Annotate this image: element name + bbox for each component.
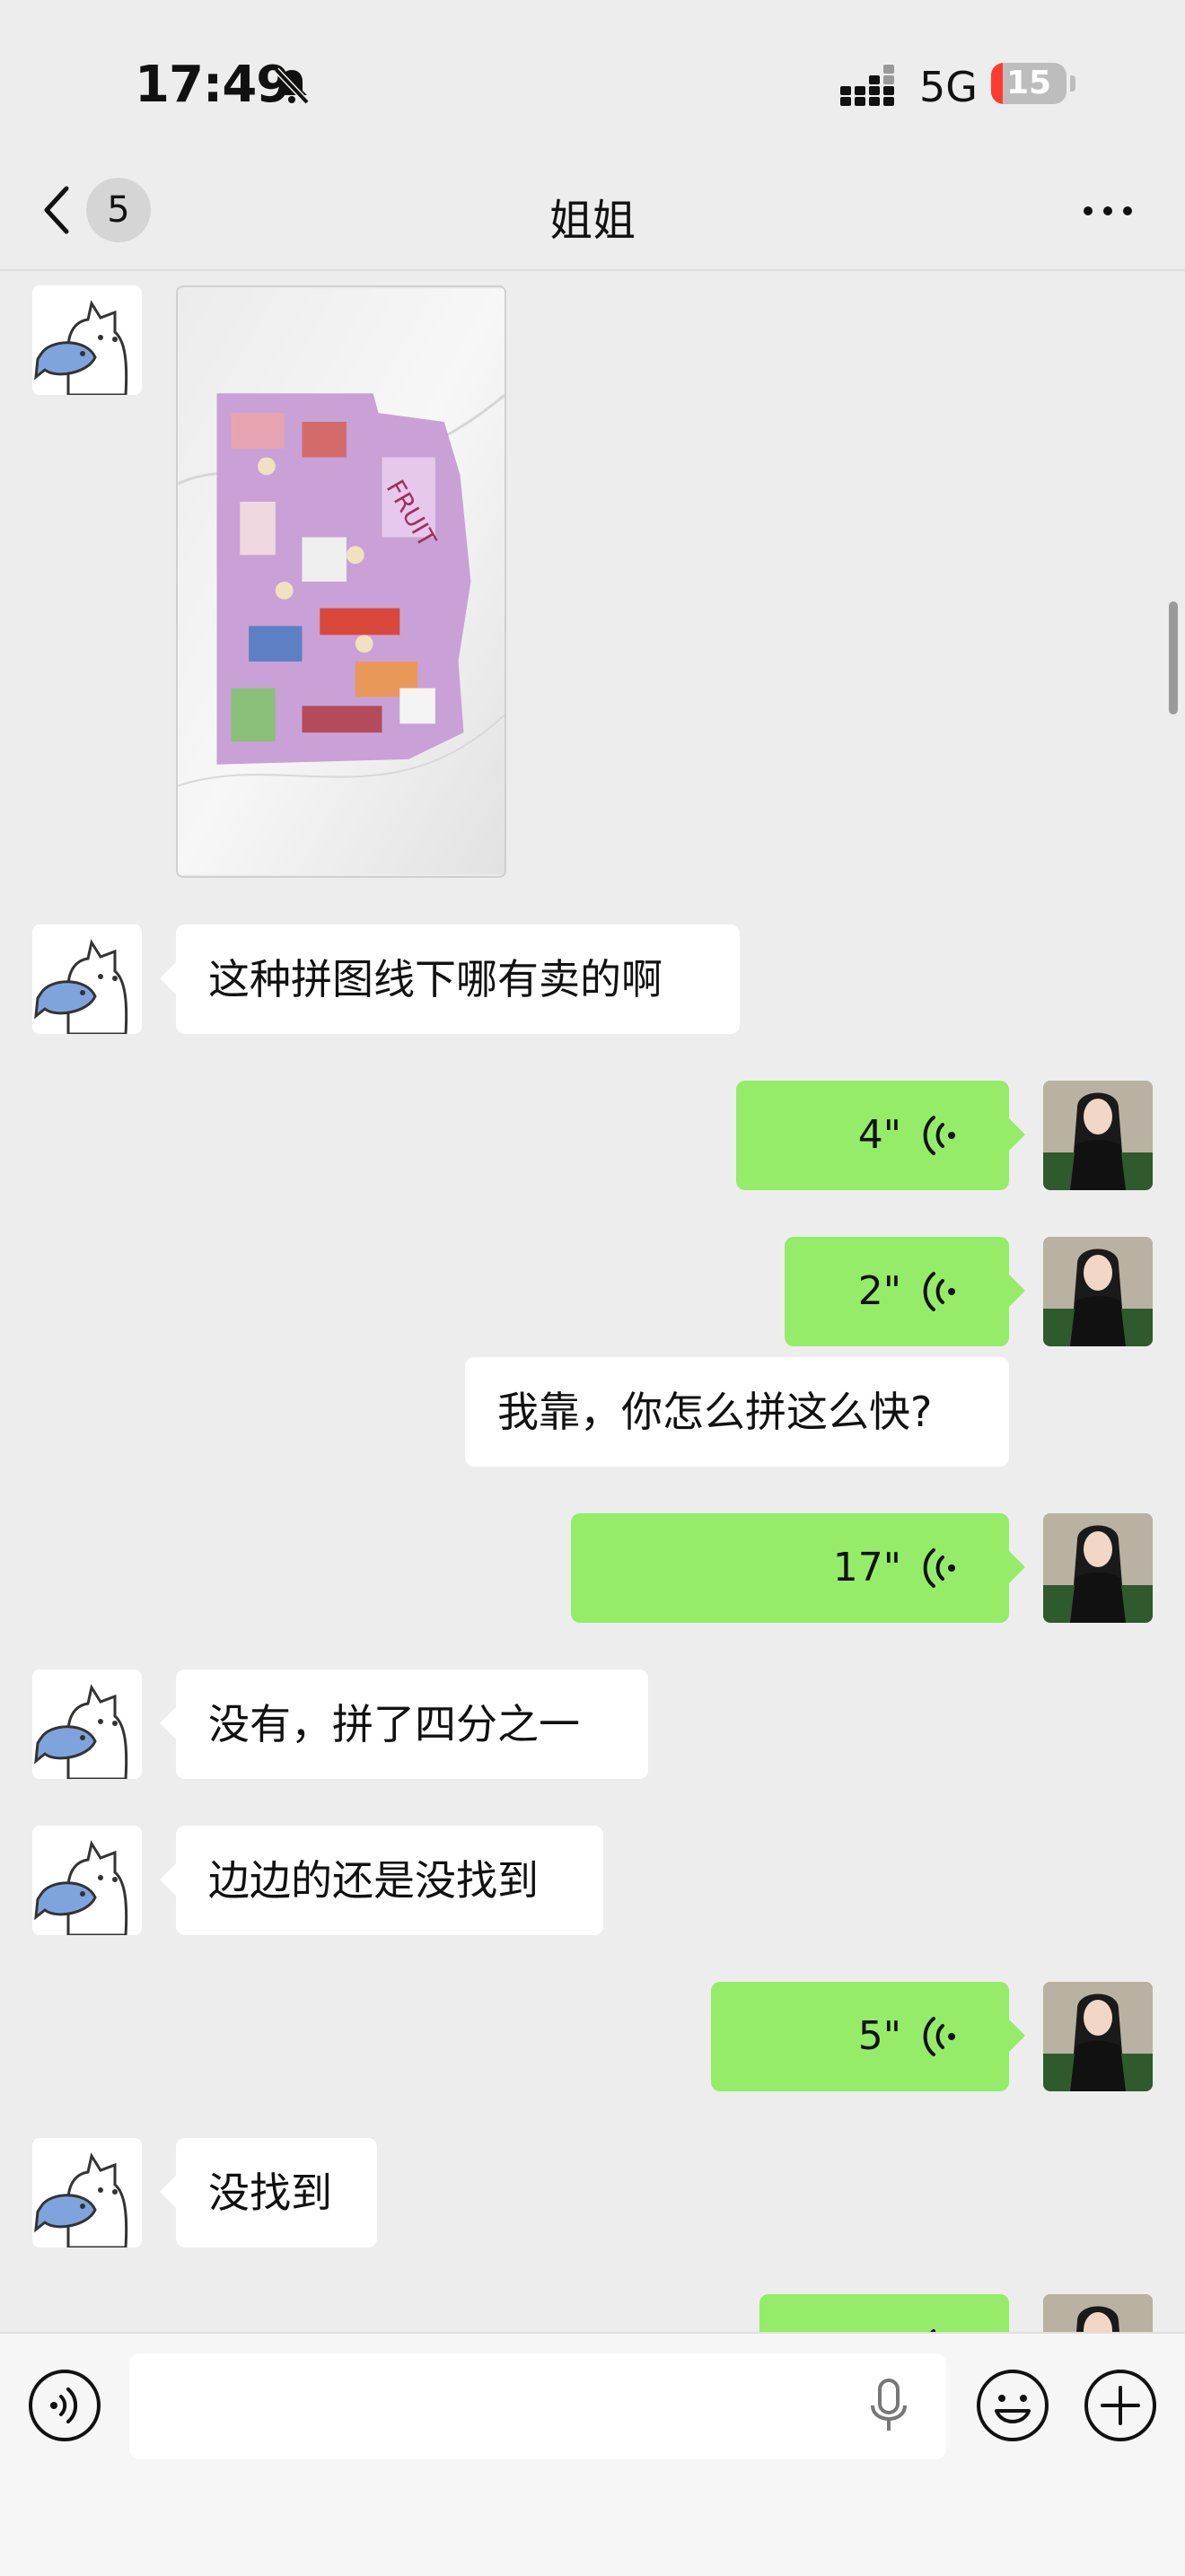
voice-wave-icon	[923, 1272, 955, 1311]
voice-wave-icon	[923, 1116, 955, 1155]
message-text: 这种拼图线下哪有卖的啊	[208, 955, 663, 1003]
contact-avatar[interactable]	[32, 1669, 142, 1779]
message-text: 没有，拼了四分之一	[208, 1700, 580, 1748]
cellular-signal-icon	[840, 65, 894, 106]
bell-slash-icon	[274, 67, 310, 105]
status-time: 17:49	[135, 56, 291, 114]
outgoing-message-bubble[interactable]: 我靠，你怎么拼这么快?	[465, 1357, 1009, 1467]
plus-icon[interactable]	[1083, 2368, 1158, 2443]
outgoing-voice-message[interactable]: 17"	[571, 1513, 1025, 1623]
person-avatar-image	[1043, 1237, 1153, 1346]
battery-tip	[1070, 75, 1075, 92]
emoji-icon[interactable]	[975, 2368, 1050, 2443]
more-dots-icon[interactable]	[1081, 197, 1135, 224]
puzzle-image: FRUIT	[178, 288, 505, 875]
microphone-icon[interactable]	[853, 2370, 925, 2441]
incoming-message-bubble[interactable]: 没找到	[160, 2138, 377, 2247]
my-avatar[interactable]	[1043, 1237, 1153, 1346]
contact-avatar[interactable]	[32, 2138, 142, 2247]
cat-avatar-image	[34, 1684, 128, 1779]
battery-indicator: 15	[991, 63, 1066, 104]
contact-avatar[interactable]	[32, 285, 142, 395]
voice-wave-icon	[923, 2017, 955, 2056]
my-avatar[interactable]	[1043, 1513, 1153, 1623]
voice-duration: 17"	[832, 1545, 901, 1590]
incoming-message-bubble[interactable]: 这种拼图线下哪有卖的啊	[160, 924, 740, 1034]
cat-avatar-image	[34, 300, 128, 395]
message-text: 边边的还是没找到	[208, 1856, 539, 1905]
outgoing-voice-message[interactable]: 5"	[711, 1982, 1025, 2091]
person-avatar-image	[1043, 1081, 1153, 1190]
contact-avatar[interactable]	[32, 1826, 142, 1935]
message-input[interactable]	[129, 2353, 946, 2459]
person-avatar-image	[1043, 1982, 1153, 2091]
message-text: 没找到	[208, 2169, 332, 2217]
my-avatar[interactable]	[1043, 2294, 1153, 2332]
my-avatar[interactable]	[1043, 1081, 1153, 1190]
chat-title: 姐姐	[549, 196, 636, 246]
network-type: 5G	[919, 63, 978, 111]
incoming-message-bubble[interactable]: 边边的还是没找到	[160, 1826, 603, 1935]
status-bar: 17:49 5G 15	[0, 0, 1185, 162]
cat-avatar-image	[34, 2152, 128, 2247]
person-avatar-image	[1043, 2294, 1153, 2332]
battery-percent: 15	[1005, 65, 1052, 101]
voice-wave-icon	[923, 1548, 955, 1588]
cat-avatar-image	[34, 939, 128, 1034]
incoming-message-bubble[interactable]: 没有，拼了四分之一	[160, 1669, 648, 1779]
message-text: 我靠，你怎么拼这么快?	[497, 1388, 933, 1436]
cat-avatar-image	[34, 1840, 128, 1935]
outgoing-voice-message[interactable]	[759, 2294, 1009, 2332]
person-avatar-image	[1043, 1513, 1153, 1623]
message-list[interactable]: FRUIT 这种拼图线下哪有卖的啊 4" 2" 我靠，你怎么拼这么快? 17" …	[0, 271, 1185, 2332]
contact-avatar[interactable]	[32, 924, 142, 1034]
outgoing-voice-message[interactable]: 4"	[736, 1081, 1025, 1190]
outgoing-voice-message[interactable]: 2"	[785, 1237, 1025, 1346]
voice-duration: 5"	[857, 2013, 901, 2059]
scrollbar[interactable]	[1169, 601, 1178, 714]
voice-duration: 2"	[857, 1268, 901, 1314]
my-avatar[interactable]	[1043, 1982, 1153, 2091]
voice-duration: 4"	[857, 1112, 901, 1158]
voice-mode-icon[interactable]	[27, 2368, 102, 2443]
puzzle-photo[interactable]: FRUIT	[176, 285, 506, 878]
